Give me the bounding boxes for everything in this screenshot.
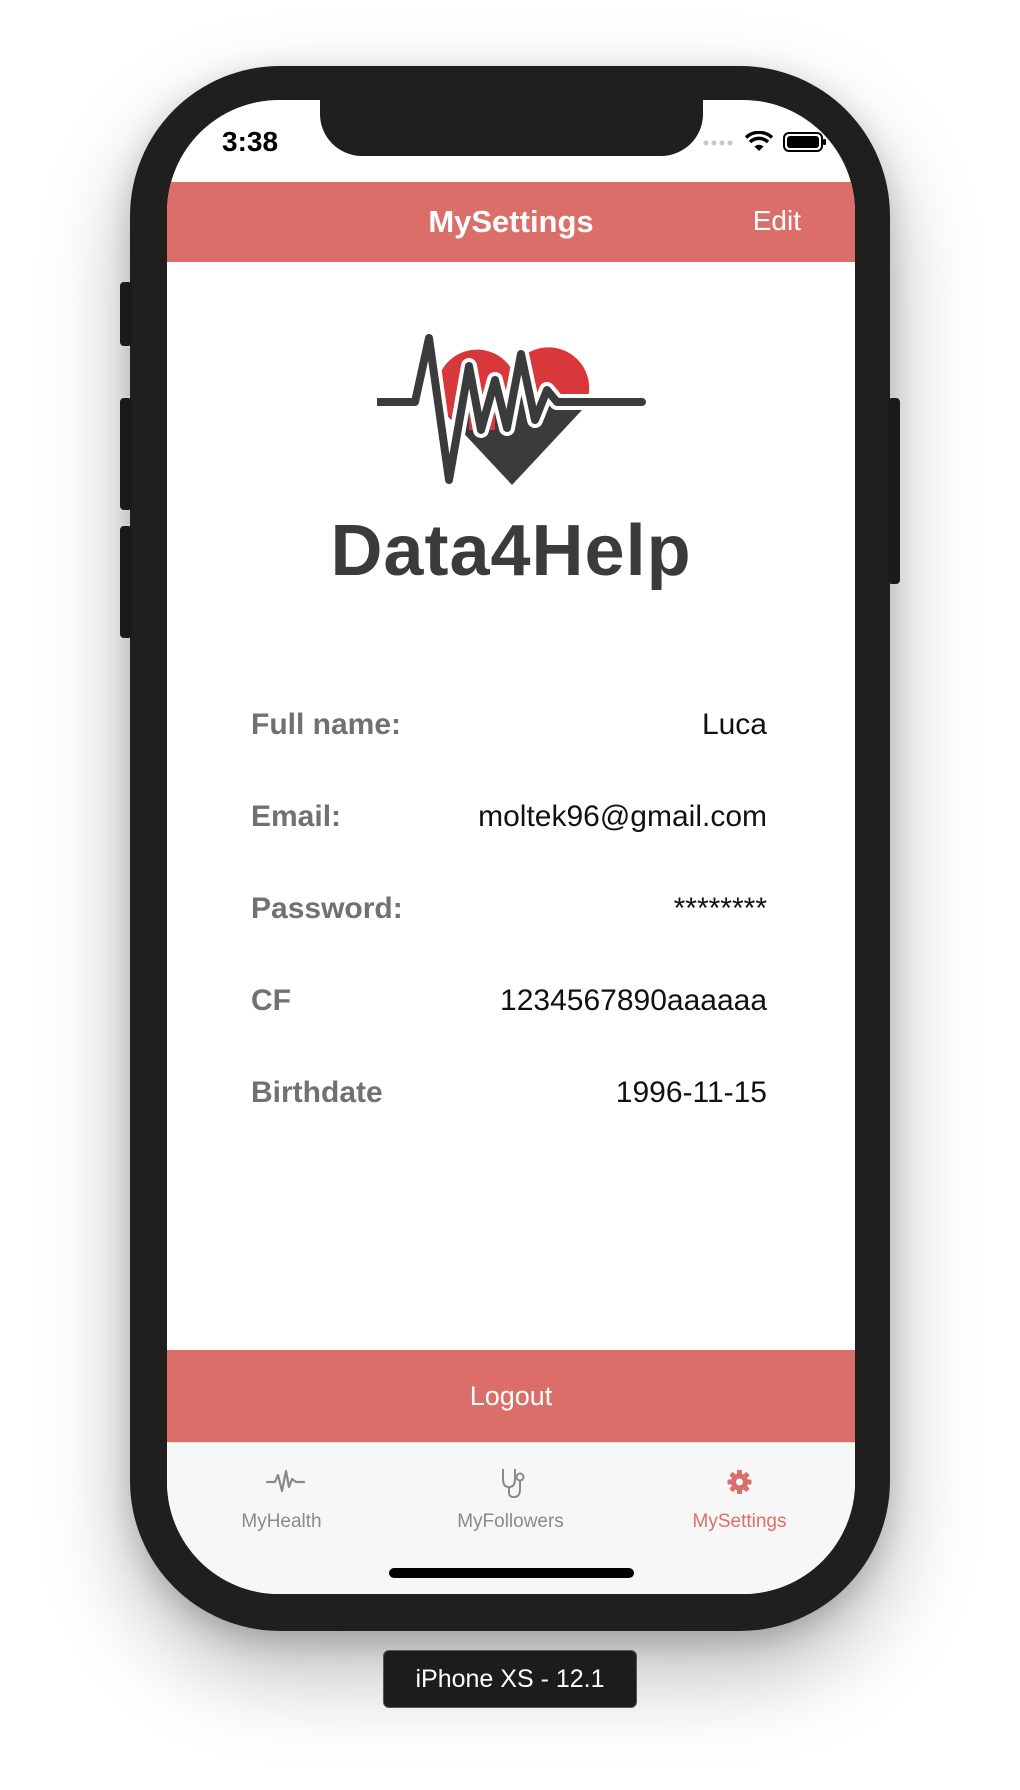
edit-button[interactable]: Edit (753, 205, 801, 237)
signal-icon (703, 140, 733, 146)
battery-icon (783, 132, 826, 152)
status-time: 3:38 (222, 126, 279, 157)
profile-row-password: Password: ******** (251, 892, 767, 932)
power-button (888, 398, 900, 584)
volume-up-button (120, 398, 132, 510)
profile-row-email: Email: moltek96@gmail.com (251, 800, 767, 840)
birthdate-label: Birthdate (251, 1076, 383, 1109)
navigation-bar: MySettings Edit (167, 182, 855, 262)
tab-myhealth-label: MyHealth (241, 1511, 322, 1532)
email-label: Email: (251, 800, 342, 833)
stethoscope-icon (502, 1469, 525, 1499)
mute-switch (120, 282, 132, 346)
tab-myfollowers-label: MyFollowers (457, 1511, 564, 1532)
heartbeat-icon (265, 1469, 306, 1493)
password-label: Password: (251, 892, 403, 925)
volume-down-button (120, 526, 132, 638)
full-name-label: Full name: (251, 708, 402, 741)
tab-mysettings[interactable]: MySettings (625, 1443, 854, 1543)
profile-row-full-name: Full name: Luca (251, 708, 767, 748)
device-label: iPhone XS - 12.1 (383, 1650, 637, 1708)
heart-pulse-logo-icon (377, 330, 647, 488)
home-indicator[interactable] (389, 1568, 634, 1578)
tab-myfollowers[interactable]: MyFollowers (396, 1443, 625, 1543)
gear-icon (727, 1470, 752, 1494)
tab-myhealth[interactable]: MyHealth (167, 1443, 396, 1543)
cf-label: CF (251, 984, 291, 1017)
app-logo-text: Data4Help (330, 511, 692, 591)
wifi-icon (745, 131, 773, 151)
screen: 3:38 MySettings Edit Data4Help Full name… (167, 100, 855, 1594)
logout-button[interactable]: Logout (167, 1350, 855, 1442)
profile-row-cf: CF 1234567890aaaaaa (251, 984, 767, 1024)
birthdate-value: 1996-11-15 (615, 1076, 767, 1109)
notch (320, 100, 703, 156)
cf-value: 1234567890aaaaaa (500, 984, 767, 1017)
email-value: moltek96@gmail.com (478, 800, 767, 833)
full-name-value: Luca (701, 708, 767, 741)
status-icons (703, 130, 827, 154)
profile-row-birthdate: Birthdate 1996-11-15 (251, 1076, 767, 1116)
tab-mysettings-label: MySettings (692, 1511, 787, 1532)
password-value: ******** (673, 892, 767, 925)
